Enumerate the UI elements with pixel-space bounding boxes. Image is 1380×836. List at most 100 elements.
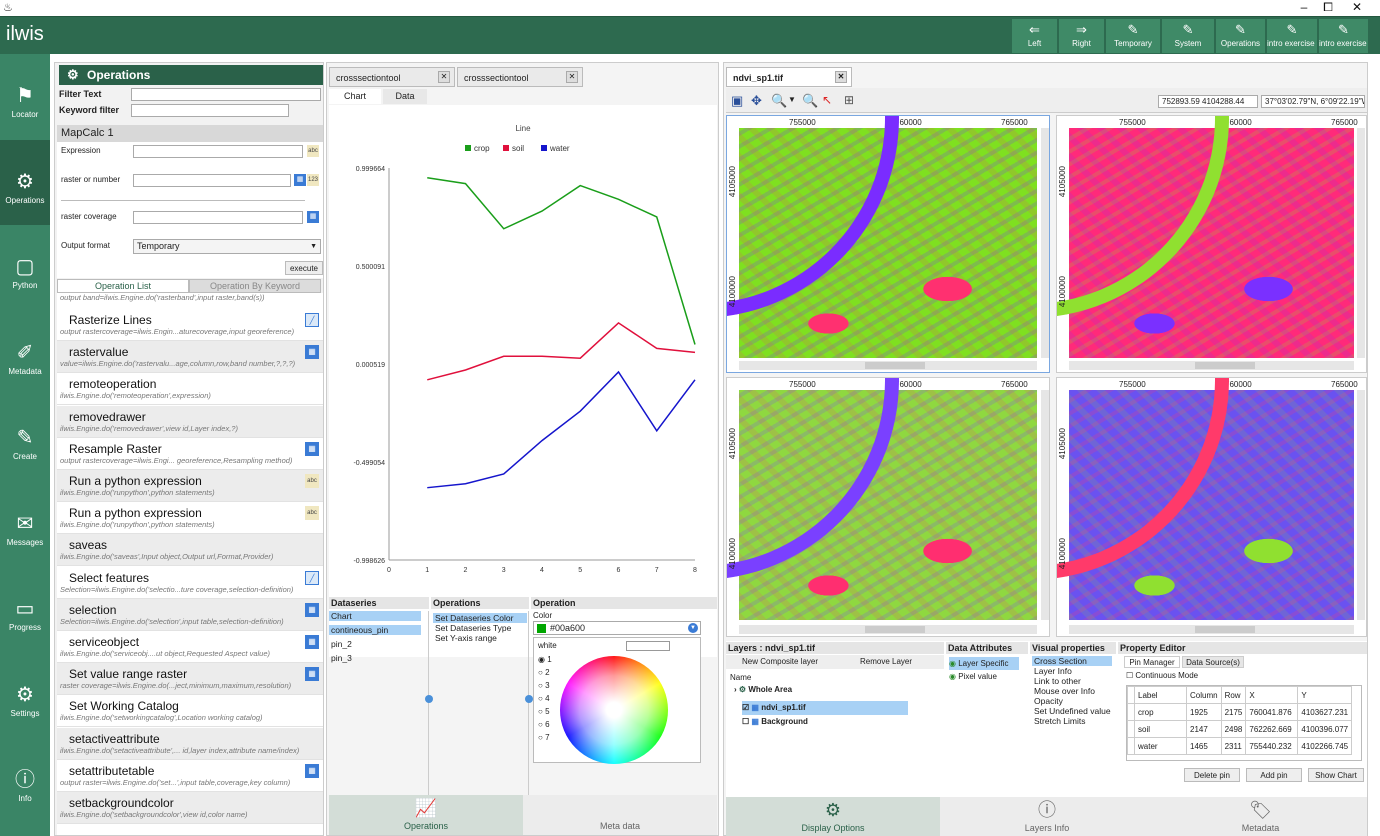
tab-data[interactable]: Data [383, 89, 427, 104]
raster-coverage-input[interactable] [133, 211, 303, 224]
close-icon[interactable]: ✕ [438, 71, 450, 83]
show-chart-button[interactable]: Show Chart [1308, 768, 1364, 782]
pin-cell[interactable]: 755440.232 [1245, 737, 1299, 755]
radio-option[interactable]: ○ 3 [538, 681, 550, 690]
dataseries-item[interactable]: pin_3 [329, 653, 421, 663]
splitter-handle[interactable] [425, 695, 433, 703]
vertical-scrollbar[interactable] [1041, 390, 1049, 620]
scroll-thumb[interactable] [1195, 362, 1255, 369]
header-button-4[interactable]: ✎ Operations [1215, 19, 1265, 53]
visual-property-item[interactable]: Link to other [1032, 676, 1112, 686]
tab-operations[interactable]: 📈 Operations [329, 795, 523, 835]
expression-input[interactable] [133, 145, 303, 158]
layer-background[interactable]: ☐ ▦ Background [742, 717, 808, 726]
radio-option[interactable]: ○ 6 [538, 720, 550, 729]
nav-create[interactable]: ✎ Create [0, 396, 50, 481]
operation-item[interactable]: setbackgroundcolor ilwis.Engine.do('setba… [57, 792, 323, 824]
header-button-2[interactable]: ✎ Temporary [1105, 19, 1160, 53]
pin-cell[interactable]: 4102266.745 [1297, 737, 1353, 755]
nav-messages[interactable]: ✉ Messages [0, 482, 50, 567]
zoom-extent-icon[interactable]: ▣ [731, 93, 743, 109]
close-button[interactable]: ✕ [1343, 0, 1371, 16]
nav-settings[interactable]: ⚙ Settings [0, 653, 50, 738]
header-button-1[interactable]: ⇒ Right [1058, 19, 1104, 53]
nav-metadata[interactable]: ✐ Metadata [0, 311, 50, 396]
operation-item[interactable]: rastervalue value=ilwis.Engine.do('raster… [57, 341, 323, 374]
tab-metadata[interactable]: 🏷 Metadata [1154, 797, 1367, 836]
output-format-select[interactable]: Temporary ▼ [133, 239, 321, 254]
scroll-thumb[interactable] [1195, 626, 1255, 633]
pin-cell[interactable]: 2175 [1220, 703, 1247, 721]
pin-cell[interactable]: 1465 [1186, 737, 1222, 755]
map-tile-3[interactable]: 755000 760000 765000 4105000 4100000 [726, 377, 1050, 637]
dataseries-item[interactable]: Chart [329, 611, 421, 621]
raster-select-icon[interactable]: ▦ [294, 174, 306, 186]
operation-item[interactable]: serviceobject ilwis.Engine.do('serviceobj… [57, 631, 323, 663]
tab-display-options[interactable]: ⚙ Display Options [726, 797, 940, 836]
tab-crosssectiontool-2[interactable]: crosssectiontool ✕ [457, 67, 583, 87]
grid-icon[interactable]: ⊞ [844, 93, 854, 107]
table-row[interactable]: crop 1925 2175 760041.876 4103627.231 [1127, 703, 1353, 721]
layer-whole-area[interactable]: › ⚙ Whole Area [734, 685, 934, 694]
pin-cell[interactable]: crop [1134, 703, 1187, 721]
pin-cell[interactable]: 2311 [1220, 737, 1247, 755]
vertical-scrollbar[interactable] [1041, 128, 1049, 358]
execute-button[interactable]: execute [285, 261, 323, 275]
dataseries-item[interactable]: contineous_pin [329, 625, 421, 635]
chevron-down-icon[interactable]: ▼ [788, 95, 796, 104]
pin-cell[interactable]: 760041.876 [1245, 703, 1299, 721]
dataseries-item[interactable]: pin_2 [329, 639, 421, 649]
radio-option[interactable]: ○ 7 [538, 733, 550, 742]
operation-item[interactable]: removedrawer ilwis.Engine.do('removedrawe… [57, 405, 323, 438]
pan-icon[interactable]: ✥ [751, 93, 762, 109]
maximize-button[interactable]: ⧠ [1314, 0, 1342, 16]
close-icon[interactable]: ✕ [835, 71, 847, 83]
pin-cell[interactable]: 2147 [1186, 720, 1222, 738]
color-select[interactable]: #00a600 ▼ [533, 621, 701, 635]
operation-item[interactable]: Select features Selection=ilwis.Engine.do… [57, 566, 323, 599]
zoom-out-icon[interactable]: 🔍 [802, 93, 818, 109]
nav-locator[interactable]: ⚑ Locator [0, 54, 50, 139]
scroll-thumb[interactable] [865, 626, 925, 633]
tab-crosssectiontool-1[interactable]: crosssectiontool ✕ [329, 67, 455, 87]
header-button-3[interactable]: ✎ System [1161, 19, 1214, 53]
select-arrow-icon[interactable]: ↖ [822, 93, 832, 107]
add-pin-button[interactable]: Add pin [1246, 768, 1302, 782]
checkbox[interactable]: ☐ [1126, 671, 1133, 680]
header-button-5[interactable]: ✎ intro exercise ii [1266, 19, 1317, 53]
visual-property-item[interactable]: Mouse over Info [1032, 686, 1112, 696]
close-icon[interactable]: ✕ [566, 71, 578, 83]
visual-property-item[interactable]: Stretch Limits [1032, 716, 1112, 726]
chart-operation-item[interactable]: Set Dataseries Type [433, 623, 527, 633]
radio-option[interactable]: ○ 2 [538, 668, 550, 677]
chart-operation-item[interactable]: Set Dataseries Color [433, 613, 527, 623]
operation-item[interactable]: selection Selection=ilwis.Engine.do('sele… [57, 598, 323, 631]
tab-data-sources[interactable]: Data Source(s) [1182, 656, 1244, 668]
nav-operations[interactable]: ⚙ Operations [0, 139, 50, 225]
operation-item[interactable]: remoteoperation ilwis.Engine.do('remoteop… [57, 373, 323, 406]
vertical-scrollbar[interactable] [1357, 128, 1365, 358]
checkbox[interactable]: ☐ [742, 717, 749, 726]
vertical-scrollbar[interactable] [1357, 390, 1365, 620]
pin-cell[interactable]: 2498 [1220, 720, 1247, 738]
operation-item[interactable]: Run a python expression ilwis.Engine.do('… [57, 502, 323, 535]
operation-item[interactable]: saveas ilwis.Engine.do('saveas',Input obj… [57, 534, 323, 567]
pin-cell[interactable]: 4103627.231 [1297, 703, 1353, 721]
operation-item[interactable]: setactiveattribute ilwis.Engine.do('setac… [57, 727, 323, 760]
tab-pin-manager[interactable]: Pin Manager [1124, 656, 1180, 668]
continuous-mode[interactable]: ☐ Continuous Mode [1126, 671, 1198, 680]
pin-cell[interactable]: 4100396.077 [1297, 720, 1353, 738]
table-row[interactable]: soil 2147 2498 762262.669 4100396.077 [1127, 720, 1353, 738]
operation-item[interactable]: setattributetable output raster=ilwis.Eng… [57, 759, 323, 792]
checked-checkbox[interactable]: ☑ [742, 703, 749, 712]
raster-or-number-input[interactable] [133, 174, 291, 187]
scroll-thumb[interactable] [865, 362, 925, 369]
tab-meta-data[interactable]: Meta data [523, 795, 717, 835]
pin-cell[interactable]: water [1134, 737, 1187, 755]
header-button-6[interactable]: ✎ intro exercise i [1318, 19, 1368, 53]
operation-item[interactable]: Resample Raster output rastercoverage=ilw… [57, 437, 323, 470]
remove-layer-button[interactable]: Remove Layer [860, 657, 912, 666]
delete-pin-button[interactable]: Delete pin [1184, 768, 1240, 782]
map-tile-4[interactable]: 755000 760000 765000 4105000 4100000 [1056, 377, 1367, 637]
new-composite-layer-button[interactable]: New Composite layer [742, 657, 818, 666]
